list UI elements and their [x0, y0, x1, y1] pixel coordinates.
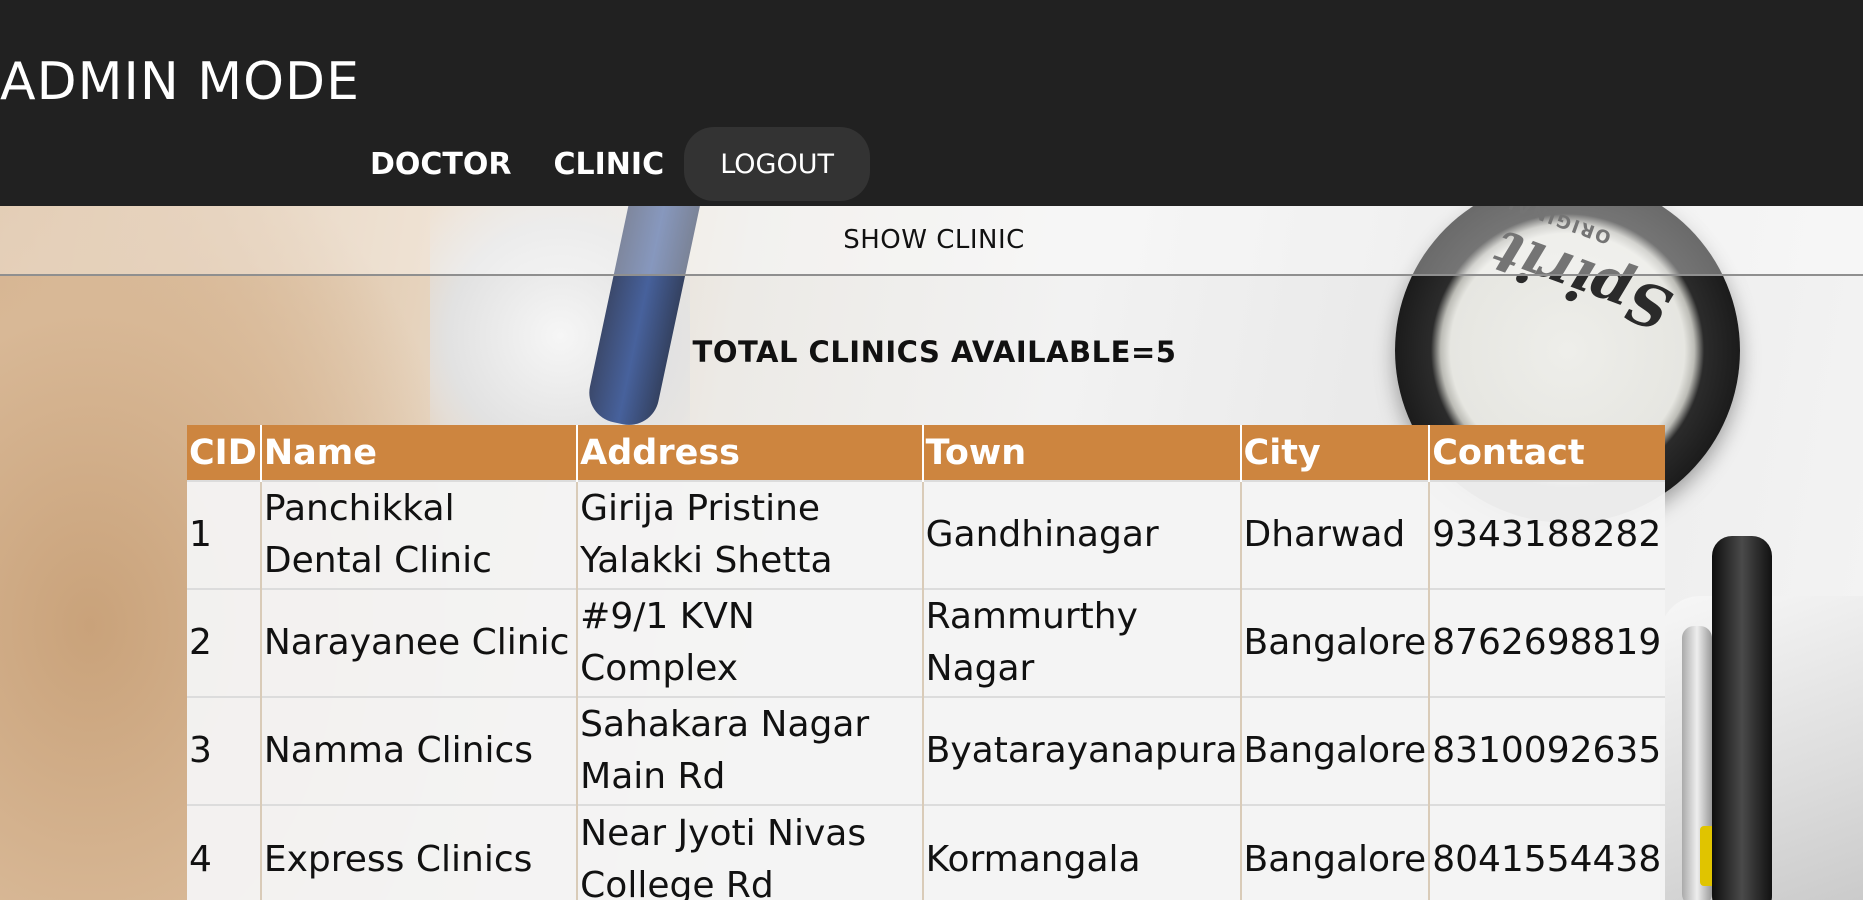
column-header-city: City [1239, 425, 1430, 481]
cell-cid: 2 [187, 588, 261, 697]
cell-address: Girija Pristine Yalakki Shetta [576, 480, 923, 589]
cell-contact: 8041554438 [1428, 804, 1665, 900]
table-row: 3 Namma Clinics Sahakara Nagar Main Rd B… [187, 696, 1665, 805]
clinics-table: CID Name Address Town City Contact 1 Pan… [187, 425, 1665, 900]
column-header-name: Name [259, 425, 578, 481]
total-clinics-label: TOTAL CLINICS AVAILABLE=5 [692, 335, 1177, 369]
cell-city: Bangalore [1239, 804, 1430, 900]
page-brand-title: ADMIN MODE [0, 52, 360, 112]
cell-town: Gandhinagar [921, 480, 1241, 589]
table-row: 1 Panchikkal Dental Clinic Girija Pristi… [187, 480, 1665, 589]
cell-contact: 8310092635 [1428, 696, 1665, 805]
column-header-cid: CID [187, 425, 261, 481]
nav-clinic-link[interactable]: CLINIC [554, 147, 665, 182]
cell-address: Near Jyoti Nivas College Rd [576, 804, 923, 900]
cell-address: Sahakara Nagar Main Rd [576, 696, 923, 805]
table-row: 2 Narayanee Clinic #9/1 KVN Complex Ramm… [187, 588, 1665, 697]
cell-contact: 8762698819 [1428, 588, 1665, 697]
column-header-town: Town [921, 425, 1241, 481]
cell-cid: 4 [187, 804, 261, 900]
cell-name: Panchikkal Dental Clinic [259, 480, 578, 589]
cell-town: Byatarayanapura [921, 696, 1241, 805]
cell-city: Bangalore [1239, 588, 1430, 697]
top-navbar: ADMIN MODE DOCTOR CLINIC LOGOUT [0, 0, 1863, 206]
cell-town: Kormangala [921, 804, 1241, 900]
marker-shape [1712, 536, 1772, 900]
nav-doctor-link[interactable]: DOCTOR [370, 147, 512, 182]
column-header-address: Address [576, 425, 923, 481]
logout-button[interactable]: LOGOUT [684, 127, 871, 201]
cell-cid: 1 [187, 480, 261, 589]
table-header-row: CID Name Address Town City Contact [187, 425, 1665, 481]
cell-city: Bangalore [1239, 696, 1430, 805]
section-header-bar: SHOW CLINIC [0, 206, 1863, 276]
cell-address: #9/1 KVN Complex [576, 588, 923, 697]
column-header-contact: Contact [1428, 425, 1665, 481]
cell-name: Express Clinics [259, 804, 578, 900]
cell-contact: 9343188282 [1428, 480, 1665, 589]
cell-name: Narayanee Clinic [259, 588, 578, 697]
section-title: SHOW CLINIC [843, 225, 1025, 255]
main-nav: DOCTOR CLINIC LOGOUT [370, 126, 871, 202]
cell-cid: 3 [187, 696, 261, 805]
cell-town: Rammurthy Nagar [921, 588, 1241, 697]
cell-city: Dharwad [1239, 480, 1430, 589]
cell-name: Namma Clinics [259, 696, 578, 805]
table-row: 4 Express Clinics Near Jyoti Nivas Colle… [187, 804, 1665, 900]
